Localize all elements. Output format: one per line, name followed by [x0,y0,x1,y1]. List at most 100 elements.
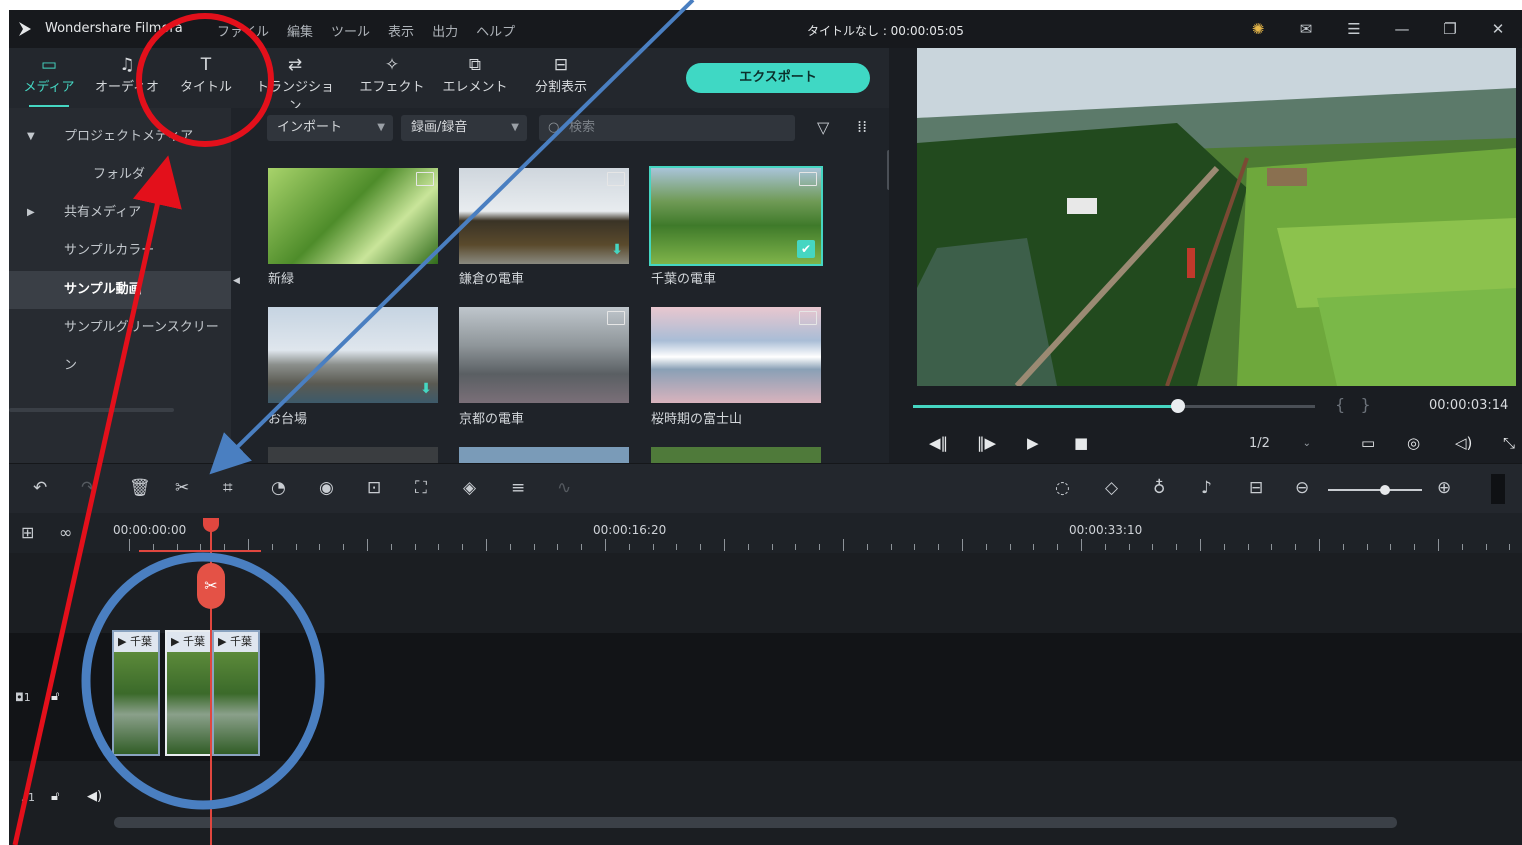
keyframe-icon[interactable]: ◈ [463,478,476,498]
sidebar-item-sample-color[interactable]: サンプルカラー [9,232,231,270]
media-thumbnail[interactable]: ⬇ [459,168,629,264]
menu-icon[interactable]: ☰ [1330,16,1378,42]
scrub-handle[interactable] [1171,399,1186,413]
media-thumbnail[interactable] [651,307,821,403]
render-icon[interactable]: ◌ [1055,478,1070,498]
mark-in-out-icon[interactable]: { } [1335,395,1371,414]
export-button[interactable]: エクスポート [686,63,870,93]
mail-icon[interactable]: ✉ [1282,16,1330,42]
tab-element[interactable]: ⧉ エレメント [435,54,515,95]
delete-icon[interactable]: 🗑 [129,478,151,498]
crop-icon[interactable]: ⌗ [223,478,233,498]
ruler-tick [438,544,440,550]
undo-icon[interactable]: ↶ [33,478,47,498]
timeline-clip[interactable]: ▶ 千葉 [212,630,260,756]
link-icon[interactable]: ∞ [59,523,72,542]
menu-view[interactable]: 表示 [388,21,414,40]
search-input[interactable]: ○ 検索 [539,115,795,141]
media-thumbnail-selected[interactable]: ✔ [649,166,823,266]
expand-arrow-icon[interactable]: ▼ [27,118,35,156]
media-thumbnail[interactable] [651,447,821,463]
tab-audio[interactable]: ♫ オーディオ [87,54,167,95]
sidebar-item-sample-video[interactable]: サンプル動画 [9,271,231,309]
menu-edit[interactable]: 編集 [287,21,313,40]
unlock-icon[interactable]: 🔓︎ [51,789,59,804]
fit-timeline-icon[interactable]: ⊟ [1249,478,1263,498]
menu-export[interactable]: 出力 [432,21,458,40]
fullscreen-icon[interactable]: ⤡ [1503,434,1515,452]
lightbulb-icon[interactable]: ✺ [1234,16,1282,42]
menu-help[interactable]: ヘルプ [476,21,515,40]
ruler-tick [390,544,392,550]
collapse-arrow-icon[interactable]: ▶ [27,194,35,232]
add-track-icon[interactable]: ⊞ [21,523,34,542]
tab-title[interactable]: T タイトル [166,54,246,95]
tab-split-screen[interactable]: ⊟ 分割表示 [521,54,601,95]
microphone-icon[interactable]: ♁ [1153,478,1165,498]
ruler-tick [486,539,487,551]
color-icon[interactable]: ◉ [319,478,334,498]
collapse-left-icon[interactable]: ◀ [233,276,240,286]
panel-toggle[interactable] [1491,474,1505,504]
previous-frame-icon[interactable]: ◀‖ [929,434,948,452]
zoom-in-icon[interactable]: ⊕ [1437,478,1451,498]
sidebar-item-folder[interactable]: フォルダ [9,156,231,194]
unlock-icon[interactable]: 🔓︎ [51,689,59,704]
import-dropdown[interactable]: インポート ▼ [267,115,393,141]
tab-media[interactable]: ▭ メディア [9,54,89,107]
menu-file[interactable]: ファイル [217,21,269,40]
stop-icon[interactable]: ■ [1074,434,1088,452]
green-screen-icon[interactable]: ⊡ [367,478,381,498]
snapshot-icon[interactable]: ◎ [1407,434,1420,452]
sidebar-item-project-media[interactable]: ▼ プロジェクトメディア [9,118,231,156]
zoom-out-icon[interactable]: ⊖ [1295,478,1309,498]
sidebar-scrollbar[interactable] [9,408,174,412]
ruler-tick [1200,539,1201,551]
display-icon[interactable]: ▭ [1361,434,1375,452]
preview-quality-dropdown[interactable]: 1/2 ⌄ [1239,432,1319,456]
timeline-clip-selected[interactable]: ▶ 千葉 [165,630,213,756]
next-frame-icon[interactable]: ‖▶ [977,434,996,452]
video-track-icon: ◘1 [15,691,31,704]
filter-icon[interactable]: ▽ [817,118,829,137]
volume-icon[interactable]: ◁) [1455,434,1472,452]
media-thumbnail[interactable]: ⬇ [268,307,438,403]
media-thumbnail[interactable] [268,447,438,463]
fit-icon[interactable]: ⛶ [415,478,427,498]
marker-icon[interactable]: ◇ [1105,478,1118,498]
timeline-scrollbar[interactable] [114,817,1397,828]
zoom-handle[interactable] [1380,485,1390,495]
minimize-icon[interactable]: — [1378,16,1426,42]
timeline-ruler[interactable]: ⊞ ∞ 00:00:00:00 00:00:16:20 00:00:33:10 [9,513,1522,553]
zoom-slider[interactable] [1328,489,1422,491]
media-thumbnail[interactable] [459,307,629,403]
restore-icon[interactable]: ❐ [1426,16,1474,42]
split-scissor-icon[interactable]: ✂ [197,563,225,609]
sidebar-collapse-handle[interactable]: ◀ [231,108,243,463]
media-thumbnail[interactable] [268,168,438,264]
redo-icon[interactable]: ↷ [81,478,95,498]
clip-header: ▶ 千葉 [114,632,158,652]
cut-icon[interactable]: ✂ [175,478,189,498]
audio-track[interactable]: ♪1 🔓︎ ◀) [9,761,1522,821]
close-icon[interactable]: ✕ [1474,16,1522,42]
grid-view-icon[interactable]: ⁞⁞ [857,117,867,136]
media-thumbnail[interactable] [459,447,629,463]
timeline-clip[interactable]: ▶ 千葉 [112,630,160,756]
ruler-tick [367,539,368,551]
filmora-logo-icon [19,22,31,36]
ruler-tick [271,544,273,550]
play-icon[interactable]: ▶ [1027,434,1039,452]
tab-transition[interactable]: ⇄ トランジション [255,54,335,114]
adjust-icon[interactable]: ≡ [511,478,525,498]
voiceover-icon[interactable]: ♪ [1201,478,1212,498]
menu-tools[interactable]: ツール [331,21,370,40]
sidebar-item-sample-greenscreen[interactable]: サンプルグリーンスクリーン [9,309,231,373]
speed-icon[interactable]: ◔ [271,478,286,498]
speaker-icon[interactable]: ◀) [87,789,102,804]
record-dropdown[interactable]: 録画/録音 ▼ [401,115,527,141]
sidebar-item-shared-media[interactable]: ▶ 共有メディア [9,194,231,232]
tab-effect[interactable]: ✧ エフェクト [352,54,432,95]
audio-wave-icon[interactable]: ∿ [557,478,571,498]
preview-panel: { } 00:00:03:14 ◀‖ ‖▶ ▶ ■ 1/2 ⌄ ▭ ◎ ◁) ⤡ [889,48,1522,463]
